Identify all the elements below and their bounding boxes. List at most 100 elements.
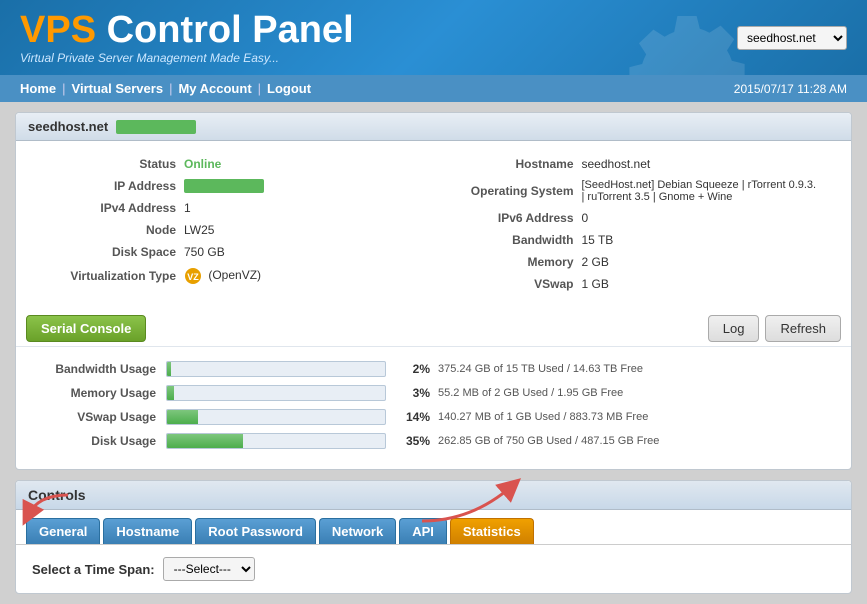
serial-console-button[interactable]: Serial Console	[26, 315, 146, 342]
tab-root-password[interactable]: Root Password	[195, 518, 316, 544]
hostname-value: seedhost.net	[582, 157, 651, 171]
tabs-row: GeneralHostnameRoot PasswordNetworkAPISt…	[16, 510, 851, 545]
virt-label: Virtualization Type	[46, 269, 176, 283]
openvz-icon: VZ	[184, 267, 202, 285]
app-title: VPS Control Panel	[20, 11, 354, 49]
svg-text:VZ: VZ	[187, 272, 199, 282]
usage-bar-container	[166, 409, 386, 425]
usage-bar-fill	[167, 410, 198, 424]
node-label: Node	[46, 223, 176, 237]
server-status-bar	[116, 120, 196, 134]
usage-pct: 14%	[394, 410, 430, 424]
tab-general[interactable]: General	[26, 518, 100, 544]
main-content: seedhost.net Status Online IP Address IP…	[0, 102, 867, 604]
node-row: Node LW25	[46, 219, 424, 241]
vswap-label: VSwap	[444, 277, 574, 291]
refresh-button[interactable]: Refresh	[765, 315, 841, 342]
server-dropdown[interactable]: seedhost.net	[737, 26, 847, 50]
nav-virtual-servers[interactable]: Virtual Servers	[72, 81, 164, 96]
tab-network[interactable]: Network	[319, 518, 396, 544]
log-button[interactable]: Log	[708, 315, 760, 342]
usage-bar-container	[166, 433, 386, 449]
os-value: [SeedHost.net] Debian Squeeze | rTorrent…	[582, 179, 822, 203]
ipv4-value: 1	[184, 201, 191, 215]
server-info-body: Status Online IP Address IPv4 Address 1 …	[16, 141, 851, 307]
memory-label: Memory	[444, 255, 574, 269]
controls-body: Select a Time Span: ---Select---DailyWee…	[16, 545, 851, 593]
datetime: 2015/07/17 11:28 AM	[734, 82, 847, 96]
ip-bar	[184, 179, 264, 193]
usage-bar-container	[166, 361, 386, 377]
bandwidth-value: 15 TB	[582, 233, 614, 247]
action-row: Serial Console Log Refresh	[16, 307, 851, 346]
server-name: seedhost.net	[28, 119, 108, 134]
virt-value: VZ (OpenVZ)	[184, 267, 261, 285]
tab-hostname[interactable]: Hostname	[103, 518, 192, 544]
vswap-value: 1 GB	[582, 277, 609, 291]
usage-row: Memory Usage 3% 55.2 MB of 2 GB Used / 1…	[36, 381, 831, 405]
usage-label: VSwap Usage	[36, 410, 156, 424]
ip-label: IP Address	[46, 179, 176, 193]
diskspace-row: Disk Space 750 GB	[46, 241, 424, 263]
usage-detail: 140.27 MB of 1 GB Used / 883.73 MB Free	[438, 411, 648, 423]
bandwidth-row: Bandwidth 15 TB	[444, 229, 822, 251]
usage-pct: 3%	[394, 386, 430, 400]
usage-detail: 262.85 GB of 750 GB Used / 487.15 GB Fre…	[438, 435, 659, 447]
tab-api[interactable]: API	[399, 518, 447, 544]
nav-links: Home | Virtual Servers | My Account | Lo…	[20, 81, 311, 96]
ipv6-row: IPv6 Address 0	[444, 207, 822, 229]
usage-label: Memory Usage	[36, 386, 156, 400]
status-label: Status	[46, 157, 176, 171]
nav-logout[interactable]: Logout	[267, 81, 311, 96]
action-right-buttons: Log Refresh	[708, 315, 841, 342]
controls-header: Controls	[16, 481, 851, 510]
nav-home[interactable]: Home	[20, 81, 56, 96]
bandwidth-label: Bandwidth	[444, 233, 574, 247]
virt-row: Virtualization Type VZ (OpenVZ)	[46, 263, 424, 289]
usage-row: Disk Usage 35% 262.85 GB of 750 GB Used …	[36, 429, 831, 453]
server-selector[interactable]: seedhost.net	[737, 26, 847, 50]
usage-label: Disk Usage	[36, 434, 156, 448]
os-row: Operating System [SeedHost.net] Debian S…	[444, 175, 822, 207]
usage-bar-container	[166, 385, 386, 401]
info-grid: Status Online IP Address IPv4 Address 1 …	[36, 153, 831, 295]
ipv4-label: IPv4 Address	[46, 201, 176, 215]
diskspace-label: Disk Space	[46, 245, 176, 259]
ipv4-row: IPv4 Address 1	[46, 197, 424, 219]
nav-my-account[interactable]: My Account	[178, 81, 251, 96]
diskspace-value: 750 GB	[184, 245, 225, 259]
usage-pct: 2%	[394, 362, 430, 376]
vps-label: VPS	[20, 9, 96, 51]
navbar: Home | Virtual Servers | My Account | Lo…	[0, 75, 867, 102]
node-value: LW25	[184, 223, 214, 237]
controls-panel: Controls GeneralHostnameRoot PasswordNet…	[15, 480, 852, 594]
hostname-label: Hostname	[444, 157, 574, 171]
usage-pct: 35%	[394, 434, 430, 448]
usage-bar-fill	[167, 386, 174, 400]
usage-label: Bandwidth Usage	[36, 362, 156, 376]
usage-bar-fill	[167, 362, 171, 376]
hostname-row: Hostname seedhost.net	[444, 153, 822, 175]
usage-row: VSwap Usage 14% 140.27 MB of 1 GB Used /…	[36, 405, 831, 429]
usage-detail: 55.2 MB of 2 GB Used / 1.95 GB Free	[438, 387, 623, 399]
ipv6-value: 0	[582, 211, 589, 225]
app-subtitle: Virtual Private Server Management Made E…	[20, 51, 354, 65]
info-col-left: Status Online IP Address IPv4 Address 1 …	[36, 153, 434, 295]
timespan-label: Select a Time Span:	[32, 562, 155, 577]
status-value: Online	[184, 157, 221, 171]
header: VPS Control Panel Virtual Private Server…	[0, 0, 867, 75]
os-label: Operating System	[444, 184, 574, 198]
timespan-select[interactable]: ---Select---DailyWeeklyMonthly	[163, 557, 255, 581]
vswap-row: VSwap 1 GB	[444, 273, 822, 295]
ip-row: IP Address	[46, 175, 424, 197]
usage-detail: 375.24 GB of 15 TB Used / 14.63 TB Free	[438, 363, 643, 375]
cp-label: Control Panel	[96, 9, 354, 51]
logo: VPS Control Panel Virtual Private Server…	[20, 11, 354, 65]
server-panel-header: seedhost.net	[16, 113, 851, 141]
memory-value: 2 GB	[582, 255, 609, 269]
tab-statistics[interactable]: Statistics	[450, 518, 534, 544]
info-col-right: Hostname seedhost.net Operating System […	[434, 153, 832, 295]
server-panel: seedhost.net Status Online IP Address IP…	[15, 112, 852, 470]
usage-section: Bandwidth Usage 2% 375.24 GB of 15 TB Us…	[16, 346, 851, 469]
memory-row: Memory 2 GB	[444, 251, 822, 273]
